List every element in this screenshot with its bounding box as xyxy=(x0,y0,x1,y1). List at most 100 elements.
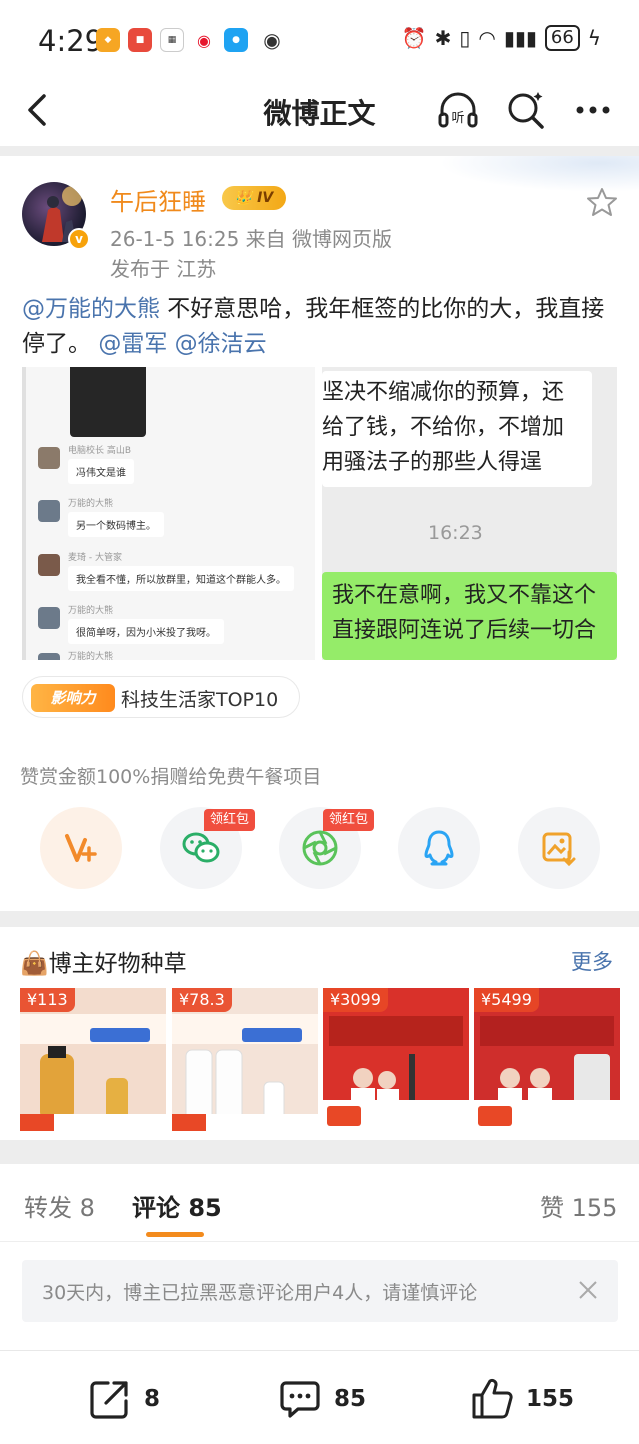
like-count: 155 xyxy=(526,1386,575,1412)
divider xyxy=(0,146,639,156)
chat-line: 坚决不缩减你的预算，还 xyxy=(322,380,565,405)
verified-badge-icon: v xyxy=(68,228,90,250)
chat-time: 16:23 xyxy=(428,522,483,544)
bottom-action-bar: 8 85 155 xyxy=(0,1350,639,1444)
image-edge xyxy=(22,367,26,660)
chat-notification-icon: ● xyxy=(224,28,248,52)
status-time: 4:29 xyxy=(38,24,104,58)
app-notification-icon: ■ xyxy=(128,28,152,52)
chat-avatar xyxy=(38,607,60,629)
vibrate-icon: ▯ xyxy=(459,26,471,50)
post-location: 发布于 江苏 xyxy=(110,257,217,281)
repost-button[interactable]: 8 xyxy=(88,1377,160,1421)
qq-icon xyxy=(424,830,454,866)
donate-text: 赞赏金额100%捐赠给免费午餐项目 xyxy=(20,766,322,788)
chat-sender: 万能的大熊 xyxy=(68,606,114,616)
more-link[interactable]: 更多 xyxy=(571,946,613,976)
listen-icon[interactable]: 听 xyxy=(436,88,480,132)
chat-bubble: 另一个数码博主。 xyxy=(68,512,164,537)
product-price: ¥78.3 xyxy=(172,988,232,1012)
section-title-text: 博主好物种草 xyxy=(48,951,187,977)
phone-thumbnail xyxy=(70,367,146,437)
post-image-2[interactable]: 坚决不缩减你的预算，还 给了钱，不给你，不增加 用骚法子的那些人得逞 16:23… xyxy=(322,367,617,660)
app-notification-icon: ▦ xyxy=(160,28,184,52)
tab-repost[interactable]: 转发 8 xyxy=(24,1188,95,1223)
reward-v-icon xyxy=(65,834,97,862)
influence-tag[interactable]: 影响力 科技生活家TOP10 xyxy=(22,676,300,718)
repost-count: 8 xyxy=(144,1386,161,1412)
charging-icon: ϟ xyxy=(587,26,601,50)
share-qq-button[interactable] xyxy=(398,807,480,889)
mention-link[interactable]: @雷军 xyxy=(98,331,167,357)
chat-bubble: 很简单呀，因为小米投了我呀。 xyxy=(68,619,224,644)
username[interactable]: 午后狂睡 xyxy=(110,182,206,217)
wifi-icon: ◠ xyxy=(478,26,496,50)
chat-line: 直接跟阿连说了后续一切合 xyxy=(332,618,597,643)
post-image-1[interactable]: 电脑校长 高山B 冯伟文是谁 万能的大熊 另一个数码博主。 麦琦 - 大管家 我… xyxy=(22,367,315,660)
product-card[interactable]: ¥78.3 xyxy=(172,988,318,1131)
status-bar: 4:29 ◆ ■ ▦ ◉ ● ◉ ⏰ ✱ ▯ ◠ ▮▮▮ 66 ϟ xyxy=(0,0,639,78)
product-card[interactable]: ¥3099 xyxy=(323,988,469,1131)
moments-icon xyxy=(302,830,338,866)
search-icon[interactable] xyxy=(504,88,548,132)
chat-line: 给了钱，不给你，不增加 xyxy=(322,415,565,440)
mention-link[interactable]: @万能的大熊 xyxy=(22,296,160,322)
app-notification-icon: ◆ xyxy=(96,28,120,52)
red-packet-tag: 领红包 xyxy=(204,809,256,831)
eye-icon: ◉ xyxy=(256,28,288,52)
alarm-icon: ⏰ xyxy=(401,26,427,50)
signal-icon: ▮▮▮ xyxy=(503,26,537,50)
chat-bubble-white: 坚决不缩减你的预算，还 给了钱，不给你，不增加 用骚法子的那些人得逞 xyxy=(322,371,592,487)
divider xyxy=(0,911,639,927)
svg-text:听: 听 xyxy=(451,111,464,126)
product-card[interactable]: ¥113 xyxy=(20,988,166,1131)
chat-sender: 万能的大熊 xyxy=(68,652,114,660)
post-text: @万能的大熊 不好意思哈，我年框签的比你的大，我直接停了。 @雷军 @徐洁云 xyxy=(22,292,622,362)
save-image-button[interactable] xyxy=(518,807,600,889)
red-packet-tag: 领红包 xyxy=(323,809,375,831)
chat-sender: 麦琦 - 大管家 xyxy=(68,553,122,563)
reward-button[interactable] xyxy=(40,807,122,889)
user-level-badge[interactable]: 👑 IV xyxy=(222,186,286,210)
post-card: v 午后狂睡 👑 IV 26-1-5 16:25 来自 微博网页版 发布于 江苏… xyxy=(0,156,639,911)
product-price: ¥113 xyxy=(20,988,75,1012)
chat-avatar xyxy=(38,500,60,522)
repost-icon xyxy=(90,1381,128,1419)
chat-avatar xyxy=(38,554,60,576)
comment-notice: 30天内，博主已拉黑恶意评论用户4人，请谨慎评论 xyxy=(22,1260,618,1322)
influence-label: 科技生活家TOP10 xyxy=(121,689,279,711)
notice-text: 30天内，博主已拉黑恶意评论用户4人，请谨慎评论 xyxy=(42,1282,478,1304)
status-app-icons: ◆ ■ ▦ ◉ ● ◉ xyxy=(96,28,288,52)
product-card[interactable]: ¥5499 xyxy=(474,988,620,1131)
chat-sender: 万能的大熊 xyxy=(68,499,114,509)
chat-avatar xyxy=(38,447,60,469)
product-price: ¥5499 xyxy=(474,988,539,1012)
user-level-text: IV xyxy=(257,190,274,206)
favorite-star-icon[interactable] xyxy=(586,186,618,218)
close-icon[interactable] xyxy=(576,1278,600,1302)
battery-indicator: 66 xyxy=(544,25,580,51)
chat-bubble: 冯伟文是谁 xyxy=(68,459,134,484)
more-options-icon[interactable] xyxy=(572,88,616,132)
active-tab-indicator xyxy=(146,1232,204,1237)
chat-bubble: 我全看不懂，所以放群里，知道这个群能人多。 xyxy=(68,566,294,591)
tab-like[interactable]: 赞 155 xyxy=(540,1188,617,1223)
status-right: ⏰ ✱ ▯ ◠ ▮▮▮ 66 ϟ xyxy=(402,25,601,51)
save-image-icon xyxy=(542,832,576,867)
mention-link[interactable]: @徐洁云 xyxy=(175,331,267,357)
section-title: 👜博主好物种草 xyxy=(20,944,187,978)
chat-line: 用骚法子的那些人得逞 xyxy=(322,450,543,475)
influence-badge: 影响力 xyxy=(31,684,115,712)
product-price: ¥3099 xyxy=(323,988,388,1012)
weibo-post-page: 4:29 ◆ ■ ▦ ◉ ● ◉ ⏰ ✱ ▯ ◠ ▮▮▮ 66 ϟ 微博正文 听… xyxy=(0,0,639,1444)
chat-line: 我不在意啊，我又不靠这个 xyxy=(332,583,597,608)
comment-button[interactable]: 85 xyxy=(278,1377,366,1421)
chat-bubble-green: 我不在意啊，我又不靠这个 直接跟阿连说了后续一切合 xyxy=(322,572,617,660)
shop-bag-icon: 👜 xyxy=(20,951,49,977)
comment-icon xyxy=(280,1381,320,1418)
comment-count: 85 xyxy=(334,1386,367,1412)
wechat-icon xyxy=(182,832,220,863)
like-button[interactable]: 155 xyxy=(470,1377,574,1421)
recommend-products-section: 👜博主好物种草 更多 ¥113 ¥78.3 ¥3099 ¥5499 xyxy=(0,927,639,1140)
tab-comment[interactable]: 评论 85 xyxy=(132,1188,222,1223)
